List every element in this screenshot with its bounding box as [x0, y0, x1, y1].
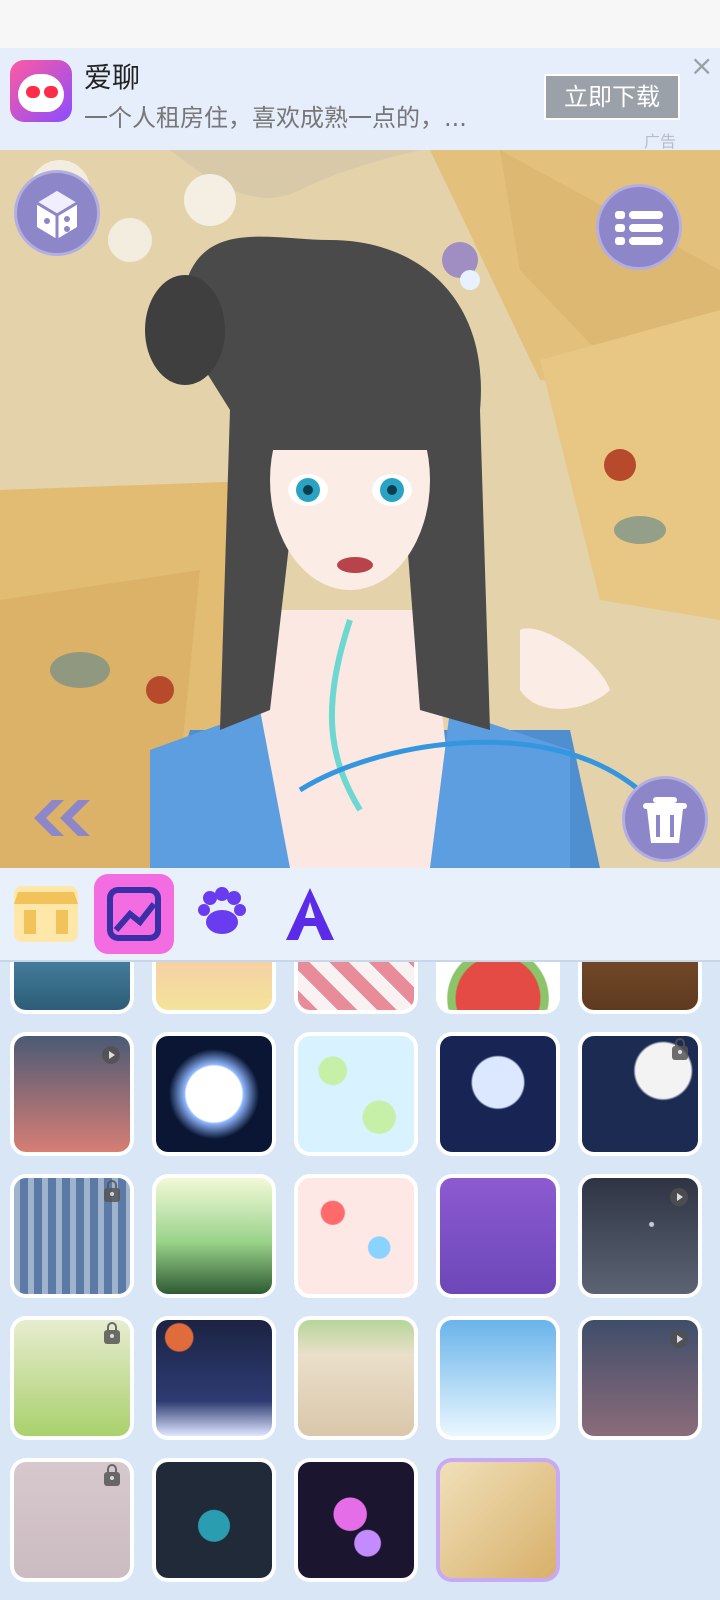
lock-icon — [104, 1464, 120, 1486]
background-thumb-pink-bubbles[interactable] — [294, 1458, 418, 1582]
collapse-button[interactable] — [18, 790, 94, 846]
thumb-image — [156, 962, 272, 1010]
ad-banner[interactable]: 爱聊 一个人租房住，喜欢成熟一点的，... 立即下载 × 广告 — [0, 48, 720, 151]
background-thumb-autumn-tree[interactable] — [152, 962, 276, 1014]
lock-icon — [672, 1038, 688, 1060]
background-thumb-purple-clouds[interactable] — [436, 1174, 560, 1298]
thumb-image — [14, 1036, 130, 1152]
thumb-image — [156, 1036, 272, 1152]
delete-button[interactable] — [622, 776, 708, 862]
thumb-image — [582, 1036, 698, 1152]
background-thumb-moon-clouds[interactable] — [436, 1032, 560, 1156]
thumb-image — [582, 1320, 698, 1436]
text-icon — [286, 888, 334, 940]
lock-icon — [104, 1322, 120, 1344]
tab-background[interactable] — [94, 874, 174, 954]
menu-list-icon — [615, 211, 663, 245]
download-button[interactable]: 立即下载 — [544, 74, 680, 120]
background-thumb-spider-web[interactable] — [578, 1174, 702, 1298]
lock-icon — [104, 1180, 120, 1202]
menu-button[interactable] — [596, 184, 682, 270]
ad-description: 一个人租房住，喜欢成熟一点的，... — [84, 104, 467, 132]
thumb-image — [14, 1178, 130, 1294]
character-stage — [0, 150, 720, 868]
thumb-image — [440, 962, 556, 1010]
background-thumb-lotus-pond[interactable] — [294, 1032, 418, 1156]
tab-text[interactable] — [270, 874, 350, 954]
background-thumb-paper-fans[interactable] — [436, 1458, 560, 1582]
video-unlock-icon — [670, 1330, 688, 1348]
thumb-image — [298, 1036, 414, 1152]
background-thumb-wood[interactable] — [578, 962, 702, 1014]
background-thumb-night-sky[interactable] — [578, 1316, 702, 1440]
thumb-image — [156, 1320, 272, 1436]
ad-app-name: 爱聊 — [84, 61, 141, 94]
thumb-image — [14, 962, 130, 1010]
background-icon — [107, 887, 161, 941]
dice-button[interactable] — [14, 170, 100, 256]
background-thumb-teal-splash[interactable] — [152, 1458, 276, 1582]
tab-pets[interactable] — [182, 874, 262, 954]
background-thumb-moon-stars[interactable] — [578, 1032, 702, 1156]
status-bar — [0, 0, 720, 48]
background-grid — [0, 962, 720, 1600]
thumb-image — [298, 1320, 414, 1436]
category-tab-bar — [0, 868, 720, 962]
thumb-image — [440, 1462, 556, 1578]
thumb-image — [582, 1178, 698, 1294]
background-thumb-pale-pattern[interactable] — [10, 1458, 134, 1582]
background-thumb-watermelon[interactable] — [436, 962, 560, 1014]
background-thumb-stone-wall[interactable] — [294, 1316, 418, 1440]
video-unlock-icon — [670, 1188, 688, 1206]
background-thumb-diamond-pattern[interactable] — [294, 962, 418, 1014]
background-thumb-bamboo-rain[interactable] — [10, 1174, 134, 1298]
background-thumb-sea[interactable] — [10, 962, 134, 1014]
background-thumb-green-mountains[interactable] — [152, 1174, 276, 1298]
background-thumb-full-moon-dark[interactable] — [152, 1032, 276, 1156]
thumb-image — [582, 962, 698, 1010]
thumb-image — [440, 1036, 556, 1152]
thumb-image — [156, 1178, 272, 1294]
background-thumb-patchwork[interactable] — [294, 1174, 418, 1298]
tab-shop[interactable] — [6, 874, 86, 954]
background-thumb-green-waves[interactable] — [10, 1316, 134, 1440]
thumb-image — [440, 1178, 556, 1294]
trash-icon — [643, 797, 687, 843]
background-thumb-night-waves[interactable] — [152, 1316, 276, 1440]
background-thumb-dusk-sky[interactable] — [10, 1032, 134, 1156]
ad-tag: 广告 — [644, 132, 677, 151]
double-chevron-left-icon — [34, 800, 90, 836]
thumb-image — [298, 962, 414, 1010]
background-thumb-sky-clouds[interactable] — [436, 1316, 560, 1440]
thumb-image — [298, 1462, 414, 1578]
video-unlock-icon — [102, 1046, 120, 1064]
shop-icon — [14, 886, 78, 942]
thumb-image — [440, 1320, 556, 1436]
app-icon[interactable] — [10, 60, 72, 122]
paw-icon — [198, 887, 246, 934]
dice-icon — [36, 191, 78, 239]
close-icon[interactable]: × — [690, 52, 713, 80]
thumb-image — [298, 1178, 414, 1294]
thumb-image — [14, 1320, 130, 1436]
thumb-image — [14, 1462, 130, 1578]
thumb-image — [156, 1462, 272, 1578]
